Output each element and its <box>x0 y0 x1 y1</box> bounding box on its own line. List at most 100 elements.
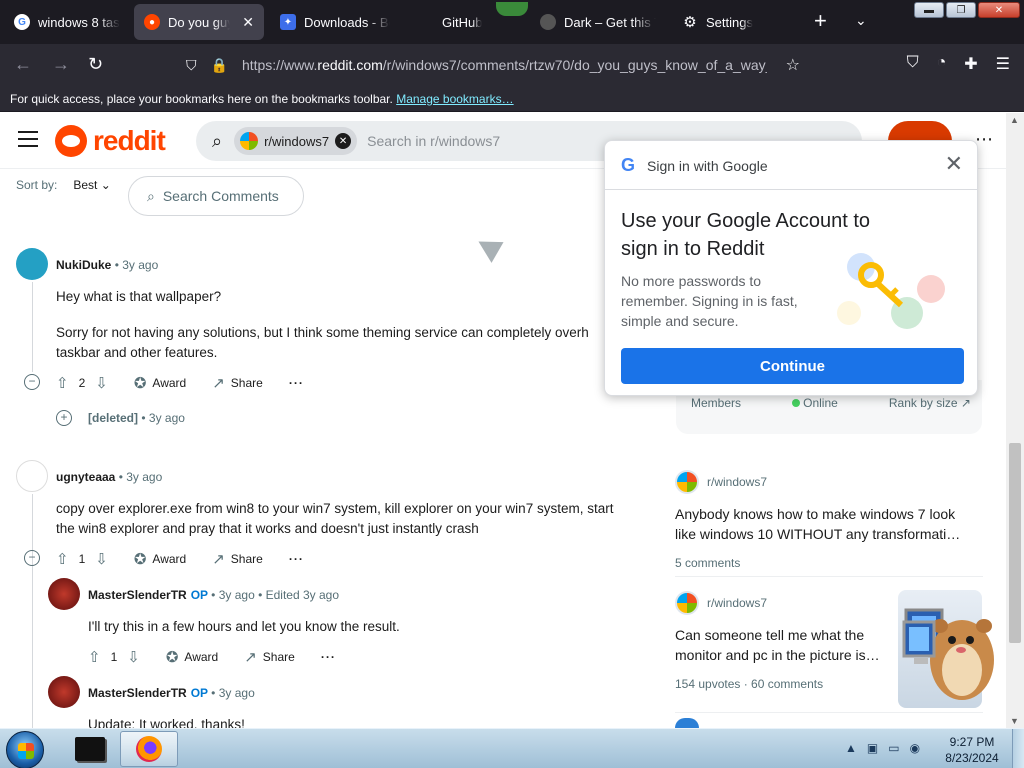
avatar[interactable] <box>16 248 48 280</box>
share-icon: ↗ <box>212 375 225 392</box>
google-popup-header-text: Sign in with Google <box>647 157 768 174</box>
minimize-button[interactable]: ▬ <box>914 2 944 18</box>
collapse-thread-icon[interactable]: − <box>24 550 40 566</box>
subreddit-chip[interactable]: r/windows7 ✕ <box>234 127 358 155</box>
system-clock[interactable]: 9:27 PM 8/23/2024 <box>940 734 1004 766</box>
tab-reddit-active[interactable]: ● Do you guys k ✕ <box>134 4 264 40</box>
back-button[interactable]: ← <box>14 54 32 74</box>
volume-icon[interactable]: ◉ <box>910 741 920 755</box>
reddit-wordmark: reddit <box>93 125 166 156</box>
reload-button[interactable]: ↻ <box>88 54 103 74</box>
upvote-icon[interactable]: ⇧ <box>56 374 69 392</box>
vote-count: 1 <box>110 650 118 664</box>
award-button[interactable]: ✪ Award <box>134 550 186 568</box>
bookmark-star-icon[interactable]: ☆ <box>786 55 800 75</box>
address-bar[interactable]: ⛉ 🔒 https://www.reddit.com/r/windows7/co… <box>186 49 806 81</box>
more-actions-icon[interactable]: ··· <box>321 650 336 664</box>
more-actions-icon[interactable]: ··· <box>289 376 304 390</box>
taskbar-firefox[interactable] <box>120 731 178 767</box>
tab-github[interactable]: GitHub <box>408 4 508 40</box>
share-button[interactable]: ↗ Share <box>212 550 263 568</box>
post-title[interactable]: Can someone tell me what the monitor and… <box>675 625 895 665</box>
related-post[interactable]: r/windows7 Anybody knows how to make win… <box>675 470 975 570</box>
shield-icon[interactable]: ⛉ <box>186 57 197 74</box>
close-tab-icon[interactable]: ✕ <box>242 14 254 31</box>
url-text[interactable]: https://www.reddit.com/r/windows7/commen… <box>242 57 767 73</box>
mouse-cursor <box>472 231 504 263</box>
start-button[interactable] <box>6 731 44 768</box>
online-dot-icon <box>792 399 801 407</box>
rank-by-size-link[interactable]: Rank by size ↗ <box>889 396 971 410</box>
list-all-tabs-icon[interactable]: ⌄ <box>855 12 867 29</box>
expand-thread-icon[interactable]: + <box>56 410 72 426</box>
comment-author[interactable]: MasterSlenderTR OP • 3y ago • Edited 3y a… <box>88 588 339 602</box>
more-actions-icon[interactable]: ··· <box>289 552 304 566</box>
comment-author[interactable]: MasterSlenderTR OP • 3y ago <box>88 686 255 700</box>
avatar[interactable] <box>48 578 80 610</box>
share-button[interactable]: ↗ Share <box>212 374 263 392</box>
scroll-up-icon[interactable]: ▲ <box>1010 115 1019 125</box>
downvote-icon[interactable]: ⇩ <box>95 374 108 392</box>
account-icon[interactable]: ◔ <box>937 54 947 74</box>
tab-settings[interactable]: ⚙ Settings <box>672 4 792 40</box>
avatar[interactable] <box>16 460 48 492</box>
show-desktop-button[interactable] <box>1012 729 1024 768</box>
tab-downloads[interactable]: ✦ Downloads - Boh <box>270 4 400 40</box>
downvote-icon[interactable]: ⇩ <box>127 648 140 666</box>
scrollbar-thumb[interactable] <box>1009 443 1021 643</box>
share-icon: ↗ <box>244 649 257 666</box>
comment-text: Update: It worked, thanks! <box>88 717 245 728</box>
post-subreddit[interactable]: r/windows7 <box>675 591 895 615</box>
show-hidden-icons[interactable]: ▲ <box>845 741 857 755</box>
lock-icon[interactable]: 🔒 <box>211 57 228 74</box>
share-button[interactable]: ↗ Share <box>244 648 295 666</box>
hamburger-menu-icon[interactable] <box>18 131 38 147</box>
google-popup-description: No more passwords to remember. Signing i… <box>621 273 798 329</box>
puzzle-icon: ✦ <box>280 14 296 30</box>
restore-button[interactable]: ❐ <box>946 2 976 18</box>
tab-windows8[interactable]: G windows 8 taskb <box>4 4 130 40</box>
taskbar-terminal[interactable] <box>62 731 118 767</box>
award-button[interactable]: ✪ Award <box>166 648 218 666</box>
subreddit-chip-label: r/windows7 <box>264 133 330 149</box>
comment-author[interactable]: ugnyteaaa • 3y ago <box>56 470 162 484</box>
members-label: Members <box>691 396 742 410</box>
sort-dropdown[interactable]: Best ⌄ <box>73 178 110 192</box>
continue-button[interactable]: Continue <box>621 348 964 384</box>
comment-actions: ⇧ 1 ⇩ ✪ Award ↗ Share ··· <box>56 550 304 568</box>
related-post[interactable]: r/windows7 Can someone tell me what the … <box>675 591 895 691</box>
post-meta: 154 upvotes · 60 comments <box>675 677 824 691</box>
network-icon[interactable]: ▣ <box>867 741 878 755</box>
post-subreddit[interactable]: r/windows7 <box>675 470 975 494</box>
award-button[interactable]: ✪ Award <box>134 374 186 392</box>
tab-dark-theme[interactable]: Dark – Get this Ti <box>530 4 666 40</box>
reddit-icon: ● <box>144 14 160 30</box>
close-icon[interactable]: ✕ <box>945 151 963 177</box>
avatar[interactable] <box>48 676 80 708</box>
new-tab-button[interactable]: + <box>814 10 827 32</box>
comment-text: the win8 explorer and pray that it works… <box>56 521 479 536</box>
divider <box>675 712 983 713</box>
extensions-icon[interactable]: ✚ <box>964 54 977 74</box>
comment-actions: ⇧ 1 ⇩ ✪ Award ↗ Share ··· <box>88 648 336 666</box>
downvote-icon[interactable]: ⇩ <box>95 550 108 568</box>
theme-icon <box>540 14 556 30</box>
pocket-icon[interactable]: ⛉ <box>907 54 919 74</box>
comment-author[interactable]: NukiDuke • 3y ago <box>56 258 158 272</box>
page-scrollbar[interactable]: ▲ ▼ <box>1006 113 1024 728</box>
upvote-icon[interactable]: ⇧ <box>56 550 69 568</box>
menu-icon[interactable]: ☰ <box>996 54 1010 74</box>
reddit-logo[interactable]: reddit <box>55 125 166 157</box>
forward-button[interactable]: → <box>52 54 70 74</box>
upvote-icon[interactable]: ⇧ <box>88 648 101 666</box>
search-placeholder[interactable]: Search in r/windows7 <box>367 133 500 149</box>
chip-remove-icon[interactable]: ✕ <box>335 133 352 149</box>
post-title[interactable]: Anybody knows how to make windows 7 look… <box>675 504 975 544</box>
comment-search-input[interactable]: ⌕ Search Comments <box>128 176 304 216</box>
display-icon[interactable]: ▭ <box>888 741 899 755</box>
windows-taskbar: ▲ ▣ ▭ ◉ 9:27 PM 8/23/2024 <box>0 728 1024 768</box>
scroll-down-icon[interactable]: ▼ <box>1010 716 1019 726</box>
manage-bookmarks-link[interactable]: Manage bookmarks… <box>396 92 513 106</box>
close-window-button[interactable]: ✕ <box>978 2 1020 18</box>
collapse-thread-icon[interactable]: − <box>24 374 40 390</box>
